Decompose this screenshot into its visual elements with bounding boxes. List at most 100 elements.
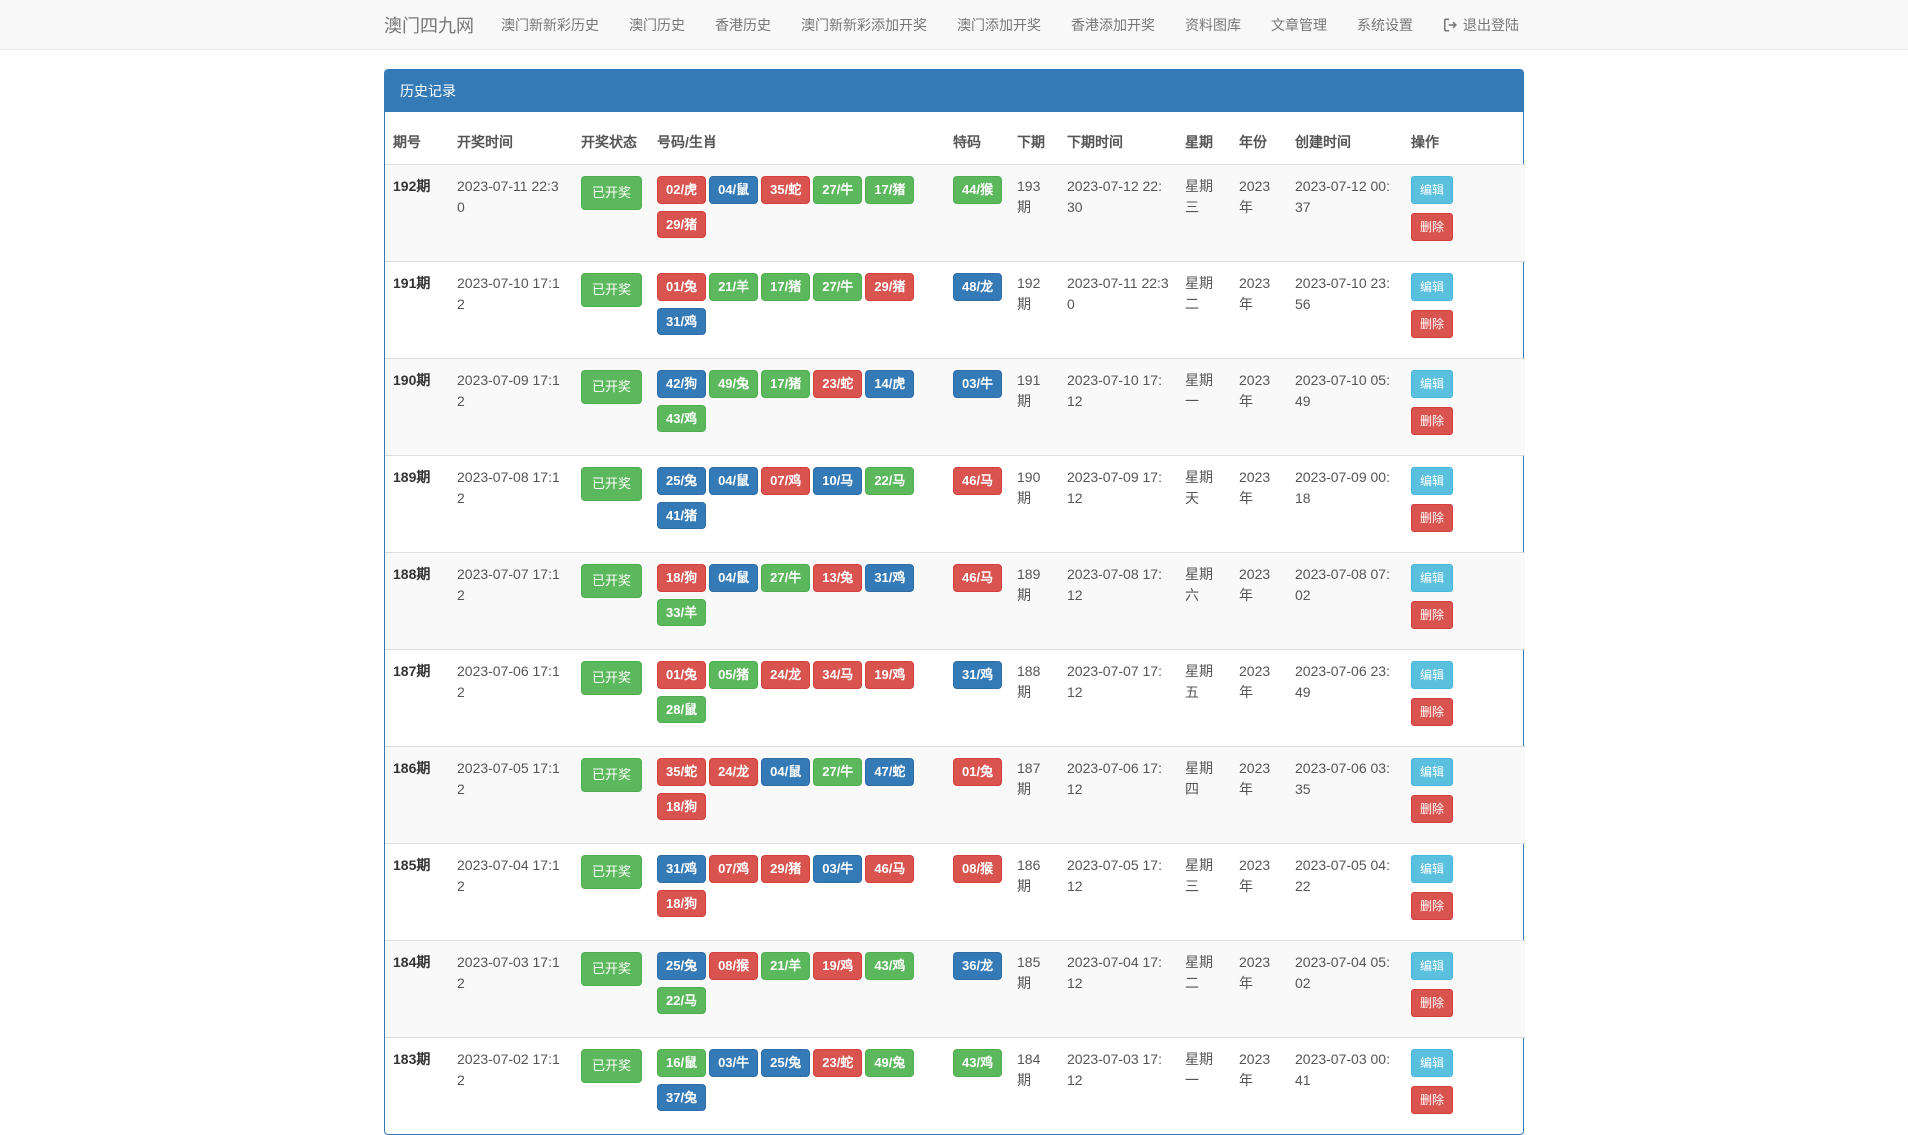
next-issue-cell: 193期	[1009, 165, 1059, 262]
numbers-cell: 25/兔08/猴21/羊19/鸡43/鸡22/马	[649, 941, 945, 1038]
nav-item-0[interactable]: 澳门新新彩历史	[486, 0, 614, 49]
draw-time-cell: 2023-07-04 17:12	[449, 844, 573, 941]
draw-time-cell: 2023-07-07 17:12	[449, 553, 573, 650]
weekday-cell: 星期三	[1177, 844, 1231, 941]
edit-button[interactable]: 编辑	[1411, 1049, 1453, 1077]
issue-cell: 187期	[385, 650, 449, 747]
special-code-badge: 36/龙	[953, 952, 1002, 980]
nav-item-7[interactable]: 文章管理	[1256, 0, 1342, 49]
delete-button[interactable]: 删除	[1411, 407, 1453, 435]
created-time-cell: 2023-07-12 00:37	[1287, 165, 1403, 262]
edit-button[interactable]: 编辑	[1411, 661, 1453, 689]
nav-item-8[interactable]: 系统设置	[1342, 0, 1428, 49]
status-cell: 已开奖	[573, 844, 649, 941]
delete-button[interactable]: 删除	[1411, 1086, 1453, 1114]
special-cell: 08/猴	[945, 844, 1009, 941]
special-code-badge: 01/兔	[953, 758, 1002, 786]
number-badge: 29/猪	[865, 273, 914, 301]
nav-item-3[interactable]: 澳门新新彩添加开奖	[786, 0, 942, 49]
created-time-cell: 2023-07-03 00:41	[1287, 1038, 1403, 1135]
number-badge: 22/马	[657, 987, 706, 1015]
brand-title[interactable]: 澳门四九网	[384, 12, 474, 38]
special-cell: 46/马	[945, 456, 1009, 553]
issue-cell: 188期	[385, 553, 449, 650]
table-row: 190期2023-07-09 17:12已开奖42/狗49/兔17/猪23/蛇1…	[385, 359, 1525, 456]
number-badge: 23/蛇	[813, 1049, 862, 1077]
numbers-cell: 25/兔04/鼠07/鸡10/马22/马41/猪	[649, 456, 945, 553]
column-header: 创建时间	[1287, 112, 1403, 165]
delete-button[interactable]: 删除	[1411, 504, 1453, 532]
nav-menu: 澳门新新彩历史澳门历史香港历史澳门新新彩添加开奖澳门添加开奖香港添加开奖资料图库…	[486, 0, 1428, 49]
draw-time-cell: 2023-07-10 17:12	[449, 262, 573, 359]
main-container: 历史记录 期号开奖时间开奖状态号码/生肖特码下期下期时间星期年份创建时间操作 1…	[384, 69, 1524, 1135]
nav-item-5[interactable]: 香港添加开奖	[1056, 0, 1170, 49]
edit-button[interactable]: 编辑	[1411, 564, 1453, 592]
logout-button[interactable]: 退出登陆	[1428, 0, 1534, 49]
delete-button[interactable]: 删除	[1411, 310, 1453, 338]
numbers-cell: 18/狗04/鼠27/牛13/兔31/鸡33/羊	[649, 553, 945, 650]
actions-cell: 编辑删除	[1403, 553, 1525, 650]
delete-button[interactable]: 删除	[1411, 795, 1453, 823]
weekday-cell: 星期三	[1177, 165, 1231, 262]
number-badge: 27/牛	[813, 176, 862, 204]
edit-button[interactable]: 编辑	[1411, 467, 1453, 495]
draw-time-cell: 2023-07-09 17:12	[449, 359, 573, 456]
number-badge: 24/龙	[709, 758, 758, 786]
status-cell: 已开奖	[573, 359, 649, 456]
delete-button[interactable]: 删除	[1411, 698, 1453, 726]
status-badge: 已开奖	[581, 952, 642, 986]
numbers-cell: 42/狗49/兔17/猪23/蛇14/虎43/鸡	[649, 359, 945, 456]
column-header: 期号	[385, 112, 449, 165]
edit-button[interactable]: 编辑	[1411, 952, 1453, 980]
status-badge: 已开奖	[581, 370, 642, 404]
status-cell: 已开奖	[573, 1038, 649, 1135]
column-header: 下期时间	[1059, 112, 1177, 165]
number-badge: 14/虎	[865, 370, 914, 398]
number-badge: 04/鼠	[709, 467, 758, 495]
edit-button[interactable]: 编辑	[1411, 758, 1453, 786]
issue-cell: 186期	[385, 747, 449, 844]
nav-item-6[interactable]: 资料图库	[1170, 0, 1256, 49]
nav-item-2[interactable]: 香港历史	[700, 0, 786, 49]
table-row: 183期2023-07-02 17:12已开奖16/鼠03/牛25/兔23/蛇4…	[385, 1038, 1525, 1135]
nav-item-4[interactable]: 澳门添加开奖	[942, 0, 1056, 49]
delete-button[interactable]: 删除	[1411, 213, 1453, 241]
number-badge: 13/兔	[813, 564, 862, 592]
number-badge: 08/猴	[709, 952, 758, 980]
draw-time-cell: 2023-07-05 17:12	[449, 747, 573, 844]
weekday-cell: 星期一	[1177, 359, 1231, 456]
number-badge: 29/猪	[761, 855, 810, 883]
actions-cell: 编辑删除	[1403, 359, 1525, 456]
number-badge: 25/兔	[657, 952, 706, 980]
draw-time-cell: 2023-07-08 17:12	[449, 456, 573, 553]
special-cell: 36/龙	[945, 941, 1009, 1038]
number-badge: 33/羊	[657, 599, 706, 627]
number-badge: 01/兔	[657, 273, 706, 301]
special-code-badge: 31/鸡	[953, 661, 1002, 689]
number-badge: 42/狗	[657, 370, 706, 398]
delete-button[interactable]: 删除	[1411, 601, 1453, 629]
history-panel: 历史记录 期号开奖时间开奖状态号码/生肖特码下期下期时间星期年份创建时间操作 1…	[384, 69, 1524, 1135]
next-time-cell: 2023-07-03 17:12	[1059, 1038, 1177, 1135]
number-badge: 03/牛	[813, 855, 862, 883]
number-badge: 21/羊	[709, 273, 758, 301]
column-header: 操作	[1403, 112, 1525, 165]
status-badge: 已开奖	[581, 176, 642, 210]
edit-button[interactable]: 编辑	[1411, 370, 1453, 398]
delete-button[interactable]: 删除	[1411, 989, 1453, 1017]
edit-button[interactable]: 编辑	[1411, 855, 1453, 883]
edit-button[interactable]: 编辑	[1411, 176, 1453, 204]
draw-time-cell: 2023-07-11 22:30	[449, 165, 573, 262]
number-badge: 07/鸡	[761, 467, 810, 495]
nav-item-1[interactable]: 澳门历史	[614, 0, 700, 49]
navbar-container: 澳门四九网 澳门新新彩历史澳门历史香港历史澳门新新彩添加开奖澳门添加开奖香港添加…	[384, 0, 1524, 49]
table-row: 187期2023-07-06 17:12已开奖01/兔05/猪24/龙34/马1…	[385, 650, 1525, 747]
special-code-badge: 46/马	[953, 467, 1002, 495]
column-header: 特码	[945, 112, 1009, 165]
table-row: 191期2023-07-10 17:12已开奖01/兔21/羊17/猪27/牛2…	[385, 262, 1525, 359]
table-row: 189期2023-07-08 17:12已开奖25/兔04/鼠07/鸡10/马2…	[385, 456, 1525, 553]
numbers-cell: 01/兔05/猪24/龙34/马19/鸡28/鼠	[649, 650, 945, 747]
edit-button[interactable]: 编辑	[1411, 273, 1453, 301]
numbers-cell: 31/鸡07/鸡29/猪03/牛46/马18/狗	[649, 844, 945, 941]
delete-button[interactable]: 删除	[1411, 892, 1453, 920]
